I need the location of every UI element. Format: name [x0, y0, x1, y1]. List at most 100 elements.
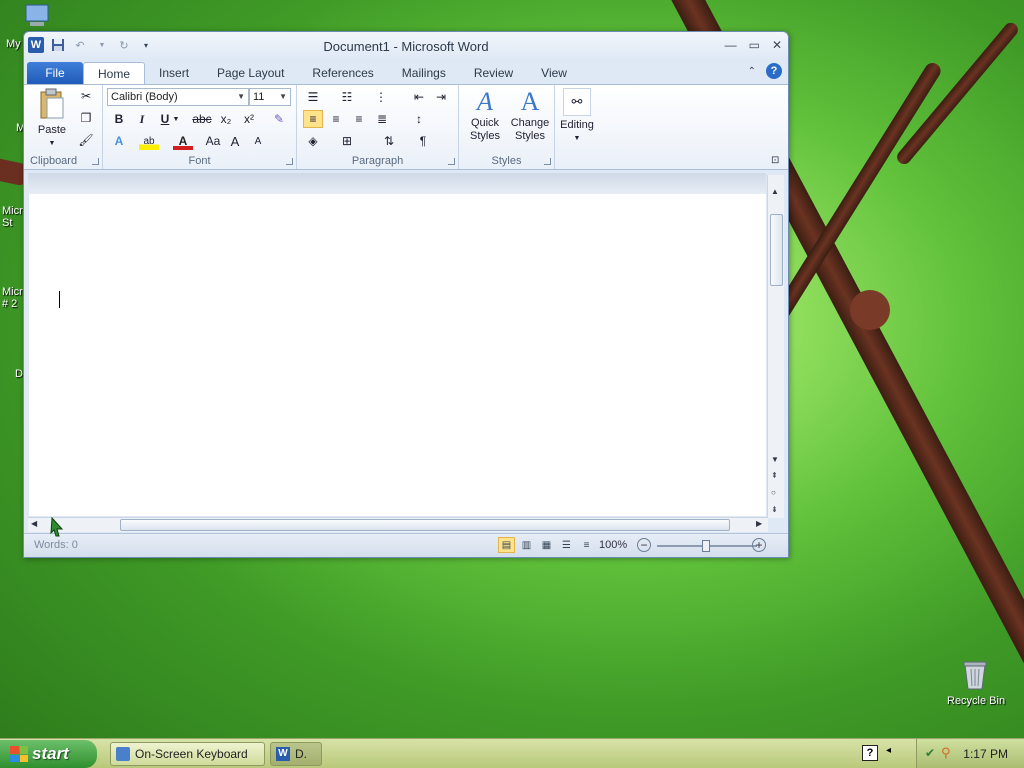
multilevel-list-icon[interactable]: ⋮	[371, 88, 391, 106]
paste-dropdown-icon[interactable]: ▼	[32, 137, 72, 150]
align-left-button[interactable]: ≡	[303, 110, 323, 128]
shading-icon[interactable]: ◈	[303, 132, 323, 150]
recycle-bin-label[interactable]: Recycle Bin	[947, 695, 1005, 707]
title-bar[interactable]: W ↶ ▼ ↻ ▾ Document1 - Microsoft Word — ▭…	[24, 32, 788, 59]
show-formatting-button[interactable]: ¶	[413, 132, 433, 150]
scroll-up-icon[interactable]: ▲	[771, 187, 779, 196]
styles-group: A Quick Styles A Change Styles Styles	[459, 85, 555, 169]
change-case-button[interactable]: Aa	[201, 132, 225, 150]
grow-font-button[interactable]: A	[225, 132, 245, 150]
underline-dropdown-icon[interactable]: ▼	[171, 110, 181, 128]
font-launcher-icon[interactable]	[286, 158, 293, 165]
zoom-in-button[interactable]: +	[752, 538, 766, 552]
zoom-slider-handle[interactable]	[702, 540, 710, 552]
tab-file[interactable]: File	[27, 62, 83, 84]
decrease-indent-icon[interactable]: ⇤	[409, 88, 429, 106]
numbering-icon[interactable]: ☷	[337, 88, 357, 106]
italic-button[interactable]: I	[132, 110, 152, 128]
ruler-toggle-icon[interactable]: ⊡	[771, 155, 779, 166]
close-button[interactable]: ✕	[772, 38, 782, 52]
increase-indent-icon[interactable]: ⇥	[431, 88, 451, 106]
font-size-combo[interactable]: 11 ▼	[249, 88, 291, 106]
taskbar-item-on-screen-keyboard[interactable]: On-Screen Keyboard	[110, 742, 265, 766]
horizontal-scroll-thumb[interactable]	[120, 519, 730, 531]
font-color-icon[interactable]: A	[173, 132, 193, 150]
tab-references[interactable]: References	[298, 62, 387, 84]
previous-page-icon[interactable]: ⇞	[771, 471, 778, 480]
desktop-icon-label[interactable]: My	[6, 38, 21, 50]
text-cursor	[59, 291, 60, 308]
text-effects-icon[interactable]: A	[109, 132, 129, 150]
tray-expand-icon[interactable]: ◂	[886, 745, 891, 756]
tab-review[interactable]: Review	[460, 62, 527, 84]
borders-icon[interactable]: ⊞	[337, 132, 357, 150]
window-title: Document1 - Microsoft Word	[323, 39, 489, 54]
help-tray-icon[interactable]: ?	[862, 745, 878, 761]
recycle-bin-icon[interactable]	[961, 659, 989, 691]
browse-object-icon[interactable]: ○	[771, 488, 776, 497]
word-count[interactable]: Words: 0	[34, 539, 78, 551]
scroll-left-icon[interactable]: ◀	[31, 519, 37, 528]
search-tray-icon[interactable]: ⚲	[941, 745, 951, 761]
cut-icon[interactable]: ✂	[76, 87, 96, 105]
align-right-button[interactable]: ≡	[349, 110, 369, 128]
scroll-down-icon[interactable]: ▼	[771, 455, 779, 464]
format-painter-icon[interactable]: 🖌	[76, 131, 96, 149]
shrink-font-button[interactable]: A	[248, 132, 268, 150]
paste-button[interactable]: Paste ▼	[32, 88, 72, 150]
my-computer-icon[interactable]	[24, 3, 54, 29]
tab-page-layout[interactable]: Page Layout	[203, 62, 298, 84]
vertical-scrollbar[interactable]: ⊡ ▲ ▼ ⇞ ○ ⇟	[767, 155, 784, 518]
document-page[interactable]	[29, 194, 766, 516]
start-button[interactable]: start	[0, 740, 97, 768]
strikethrough-button[interactable]: abc	[189, 110, 215, 128]
zoom-level[interactable]: 100%	[599, 539, 627, 551]
draft-icon[interactable]: ≡	[578, 537, 595, 553]
bullets-icon[interactable]: ☰	[303, 88, 323, 106]
quick-styles-button[interactable]: A Quick Styles	[463, 87, 507, 143]
tab-mailings[interactable]: Mailings	[388, 62, 460, 84]
clipboard-launcher-icon[interactable]	[92, 158, 99, 165]
superscript-button[interactable]: x²	[239, 110, 259, 128]
outline-icon[interactable]: ☰	[558, 537, 575, 553]
sort-icon[interactable]: ⇅	[379, 132, 399, 150]
line-spacing-icon[interactable]: ↕	[409, 110, 429, 128]
maximize-button[interactable]: ▭	[749, 38, 760, 52]
paragraph-launcher-icon[interactable]	[448, 158, 455, 165]
editing-button[interactable]: ⚯ Editing ▼	[557, 88, 597, 145]
tab-insert[interactable]: Insert	[145, 62, 203, 84]
desktop-icon-label[interactable]: Micr St	[2, 205, 23, 229]
change-styles-button[interactable]: A Change Styles	[507, 87, 553, 143]
copy-icon[interactable]: ❐	[76, 109, 96, 127]
minimize-ribbon-icon[interactable]: ⌃	[748, 66, 756, 77]
minimize-button[interactable]: —	[725, 38, 737, 52]
font-name-combo[interactable]: Calibri (Body) ▼	[107, 88, 249, 106]
print-layout-icon[interactable]: ▤	[498, 537, 515, 553]
scroll-right-icon[interactable]: ▶	[756, 519, 762, 528]
font-size-value: 11	[253, 91, 265, 103]
tab-view[interactable]: View	[527, 62, 581, 84]
help-icon[interactable]: ?	[766, 63, 782, 79]
taskbar-item-label: D.	[295, 747, 307, 761]
zoom-slider[interactable]	[657, 540, 757, 552]
bold-button[interactable]: B	[109, 110, 129, 128]
zoom-out-button[interactable]: −	[637, 538, 651, 552]
next-page-icon[interactable]: ⇟	[771, 505, 778, 514]
network-tray-icon[interactable]: ✔	[925, 746, 935, 760]
full-screen-reading-icon[interactable]: ▥	[518, 537, 535, 553]
justify-button[interactable]: ≣	[372, 110, 392, 128]
styles-launcher-icon[interactable]	[544, 158, 551, 165]
highlight-icon[interactable]: ab	[139, 132, 159, 150]
horizontal-scrollbar[interactable]: ◀ ▶	[28, 517, 768, 532]
clock[interactable]: 1:17 PM	[963, 747, 1008, 761]
taskbar-item-label: On-Screen Keyboard	[135, 747, 248, 761]
web-layout-icon[interactable]: ▦	[538, 537, 555, 553]
tab-home[interactable]: Home	[83, 62, 146, 84]
desktop-icon-label[interactable]: D	[15, 368, 23, 380]
desktop-icon-label[interactable]: Micr # 2	[2, 286, 23, 310]
taskbar-item-word[interactable]: W D.	[270, 742, 322, 766]
vertical-scroll-thumb[interactable]	[770, 214, 783, 286]
subscript-button[interactable]: x₂	[216, 110, 236, 128]
clear-formatting-icon[interactable]: ✎	[269, 110, 289, 128]
align-center-button[interactable]: ≡	[326, 110, 346, 128]
